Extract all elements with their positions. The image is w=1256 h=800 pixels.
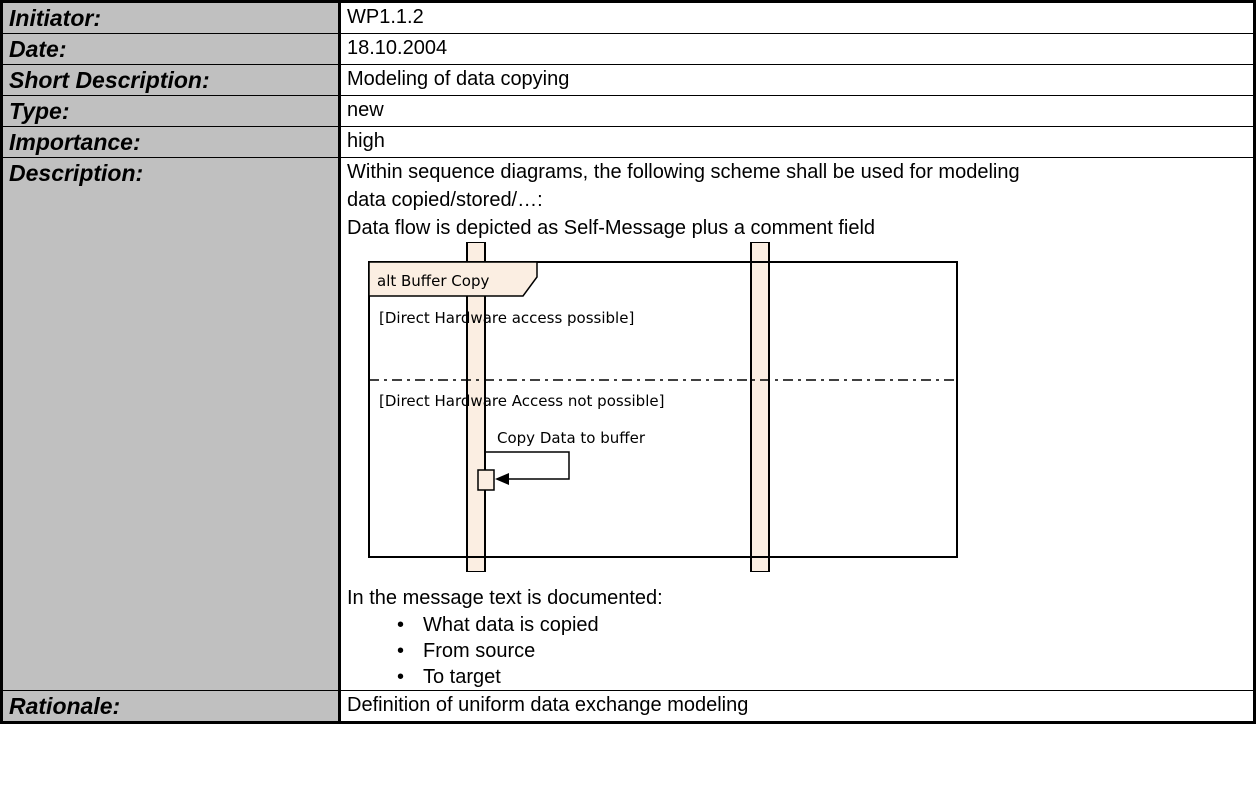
initiator-value: WP1.1.2 [339,1,1255,34]
importance-value: high [339,126,1255,158]
short-description-label: Short Description: [1,64,341,96]
activation-box [477,469,495,491]
date-value: 18.10.2004 [339,33,1255,65]
list-item: • To target [397,666,501,688]
row-date: Date: 18.10.2004 [1,33,1255,65]
lifeline-right [750,242,770,572]
guard-1: [Direct Hardware access possible] [379,309,634,327]
date-label: Date: [1,33,341,65]
description-line: Within sequence diagrams, the following … [347,161,1020,183]
bullet-glyph: • [397,614,405,636]
description-value: Within sequence diagrams, the following … [339,157,1255,691]
guard-2: [Direct Hardware Access not possible] [379,392,664,410]
change-request-table: Initiator: WP1.1.2 Date: 18.10.2004 Shor… [0,0,1256,724]
fragment-label: alt Buffer Copy [377,272,489,290]
list-item: • From source [397,640,536,662]
row-importance: Importance: high [1,126,1255,158]
row-rationale: Rationale: Definition of uniform data ex… [1,690,1255,723]
type-value: new [339,95,1255,127]
short-description-value: Modeling of data copying [339,64,1255,96]
row-description: Description: Within sequence diagrams, t… [1,157,1255,691]
bullet-glyph: • [397,640,405,662]
self-message-line [485,451,570,480]
bullet-glyph: • [397,666,405,688]
sequence-diagram-svg: alt Buffer Copy [Direct Hardware access … [368,242,958,572]
description-label: Description: [1,157,341,691]
row-type: Type: new [1,95,1255,127]
message-arrowhead [495,473,509,485]
description-line: data copied/stored/…: [347,189,543,211]
initiator-label: Initiator: [1,1,341,34]
rationale-label: Rationale: [1,690,341,723]
sequence-diagram: alt Buffer Copy [Direct Hardware access … [347,242,1247,572]
row-short-description: Short Description: Modeling of data copy… [1,64,1255,96]
after-diagram-text: In the message text is documented: [347,587,663,609]
importance-label: Importance: [1,126,341,158]
list-item: • What data is copied [397,614,599,636]
documented-items-list: • What data is copied • From source • To ta… [347,612,1247,690]
type-label: Type: [1,95,341,127]
rationale-value: Definition of uniform data exchange mode… [339,690,1255,723]
message-label: Copy Data to buffer [497,429,646,447]
description-line: Data flow is depicted as Self-Message pl… [347,217,876,239]
row-initiator: Initiator: WP1.1.2 [1,1,1255,34]
